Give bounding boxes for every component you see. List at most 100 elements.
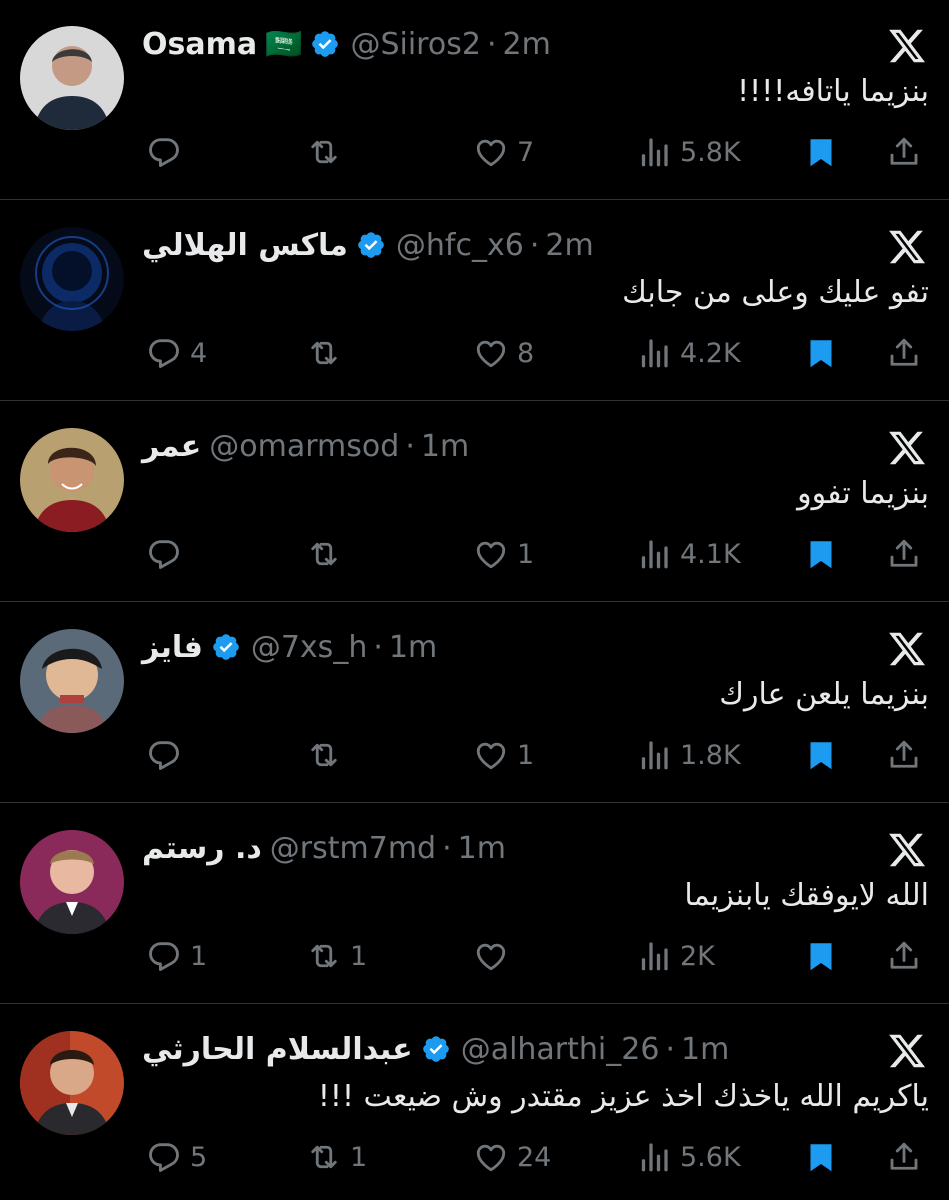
separator-dot: ·	[529, 227, 540, 263]
like-button[interactable]: 8	[473, 331, 534, 375]
retweet-arrows-icon	[311, 542, 337, 566]
user-handle[interactable]: @alharthi_26	[461, 1032, 660, 1067]
share-button[interactable]	[886, 934, 922, 978]
share-button[interactable]	[886, 532, 922, 576]
retweet-arrows-icon	[311, 341, 337, 365]
user-handle[interactable]: @Siiros2	[350, 27, 480, 62]
like-count: 8	[517, 337, 535, 369]
share-upload-icon	[890, 539, 918, 567]
reply-button[interactable]: 5	[146, 1135, 207, 1179]
avatar[interactable]	[20, 1031, 124, 1135]
timestamp[interactable]: 1m	[421, 429, 469, 464]
x-logo-icon[interactable]	[887, 26, 927, 66]
x-logo-icon[interactable]	[887, 428, 927, 468]
timestamp[interactable]: 1m	[389, 630, 437, 665]
views-button[interactable]: 2K	[636, 934, 715, 978]
x-logo-icon[interactable]	[887, 629, 927, 669]
display-name[interactable]: ماكس الهلالي	[142, 228, 348, 263]
views-button[interactable]: 1.8K	[636, 733, 741, 777]
tweet-1[interactable]: Osama 🇸🇦 @Siiros2 · 2m بنزيما ياتافه!!!!	[0, 0, 949, 200]
reply-button[interactable]: 4	[146, 331, 207, 375]
bookmark-button[interactable]	[803, 1135, 839, 1179]
bookmark-button[interactable]	[803, 130, 839, 174]
bookmark-filled-icon	[810, 1144, 832, 1172]
tweet-header: ماكس الهلالي @hfc_x6 · 2m	[142, 223, 594, 267]
display-name[interactable]: فايز	[142, 630, 203, 665]
user-handle[interactable]: @rstm7md	[270, 831, 436, 866]
x-logo-icon[interactable]	[887, 1031, 927, 1071]
retweet-button[interactable]: 1	[306, 1135, 367, 1179]
timestamp[interactable]: 1m	[458, 831, 506, 866]
share-button[interactable]	[886, 1135, 922, 1179]
timestamp[interactable]: 2m	[502, 27, 550, 62]
timestamp[interactable]: 1m	[681, 1032, 729, 1067]
bookmark-button[interactable]	[803, 532, 839, 576]
share-upload-icon	[890, 137, 918, 165]
x-logo-icon[interactable]	[887, 227, 927, 267]
user-handle[interactable]: @omarmsod	[209, 429, 399, 464]
like-count: 24	[517, 1141, 552, 1173]
verified-badge-icon	[310, 29, 340, 59]
like-button[interactable]: 24	[473, 1135, 551, 1179]
display-name[interactable]: Osama	[142, 27, 257, 62]
reply-button[interactable]	[146, 532, 190, 576]
reply-button[interactable]	[146, 130, 190, 174]
like-button[interactable]	[473, 934, 517, 978]
views-button[interactable]: 5.8K	[636, 130, 741, 174]
retweet-arrows-icon	[311, 743, 337, 767]
retweet-arrows-icon	[311, 140, 337, 164]
bookmark-filled-icon	[810, 943, 832, 971]
share-button[interactable]	[886, 733, 922, 777]
like-button[interactable]: 1	[473, 733, 534, 777]
timestamp[interactable]: 2m	[545, 228, 593, 263]
share-upload-icon	[890, 941, 918, 969]
avatar[interactable]	[20, 629, 124, 733]
verified-badge-icon	[211, 632, 241, 662]
tweet-text: الله لايوفقك يابنزيما	[684, 878, 929, 913]
tweet-header: عمر @omarmsod · 1m	[142, 424, 469, 468]
bar-chart-icon	[641, 942, 668, 971]
retweet-button[interactable]: 1	[306, 934, 367, 978]
avatar[interactable]	[20, 428, 124, 532]
tweet-header: د. رستم @rstm7md · 1m	[142, 826, 506, 870]
views-button[interactable]: 4.2K	[636, 331, 741, 375]
tweet-header: Osama 🇸🇦 @Siiros2 · 2m	[142, 22, 551, 66]
display-name[interactable]: عبدالسلام الحارثي	[142, 1032, 413, 1067]
bookmark-button[interactable]	[803, 331, 839, 375]
views-button[interactable]: 5.6K	[636, 1135, 741, 1179]
user-handle[interactable]: @hfc_x6	[396, 228, 524, 263]
retweet-button[interactable]	[306, 532, 350, 576]
retweet-button[interactable]	[306, 130, 350, 174]
avatar[interactable]	[20, 227, 124, 331]
share-button[interactable]	[886, 331, 922, 375]
bar-chart-icon	[641, 138, 668, 167]
tweet-2[interactable]: ماكس الهلالي @hfc_x6 · 2m تفو عليك وعلى …	[0, 201, 949, 401]
user-handle[interactable]: @7xs_h	[251, 630, 367, 665]
bar-chart-icon	[641, 741, 668, 770]
like-button[interactable]: 1	[473, 532, 534, 576]
speech-bubble-icon	[149, 1143, 179, 1172]
avatar[interactable]	[20, 830, 124, 934]
tweet-header: عبدالسلام الحارثي @alharthi_26 · 1m	[142, 1027, 729, 1071]
reply-button[interactable]	[146, 733, 190, 777]
action-bar: 7 5.8K	[0, 130, 949, 174]
share-button[interactable]	[886, 130, 922, 174]
bookmark-button[interactable]	[803, 733, 839, 777]
retweet-button[interactable]	[306, 733, 350, 777]
display-name[interactable]: د. رستم	[142, 831, 262, 866]
tweet-6[interactable]: عبدالسلام الحارثي @alharthi_26 · 1m ياكر…	[0, 1005, 949, 1200]
bookmark-button[interactable]	[803, 934, 839, 978]
like-button[interactable]: 7	[473, 130, 534, 174]
display-name[interactable]: عمر	[142, 429, 201, 464]
bar-chart-icon	[641, 1143, 668, 1172]
tweet-3[interactable]: عمر @omarmsod · 1m بنزيما تفوو 1 4.1K	[0, 402, 949, 602]
heart-icon	[476, 139, 506, 167]
verified-badge-icon	[421, 1034, 451, 1064]
avatar[interactable]	[20, 26, 124, 130]
x-logo-icon[interactable]	[887, 830, 927, 870]
views-button[interactable]: 4.1K	[636, 532, 741, 576]
retweet-button[interactable]	[306, 331, 350, 375]
tweet-4[interactable]: فايز @7xs_h · 1m بنزيما يلعن عارك 1 1.8K	[0, 603, 949, 803]
reply-button[interactable]: 1	[146, 934, 207, 978]
tweet-5[interactable]: د. رستم @rstm7md · 1m الله لايوفقك يابنز…	[0, 804, 949, 1004]
